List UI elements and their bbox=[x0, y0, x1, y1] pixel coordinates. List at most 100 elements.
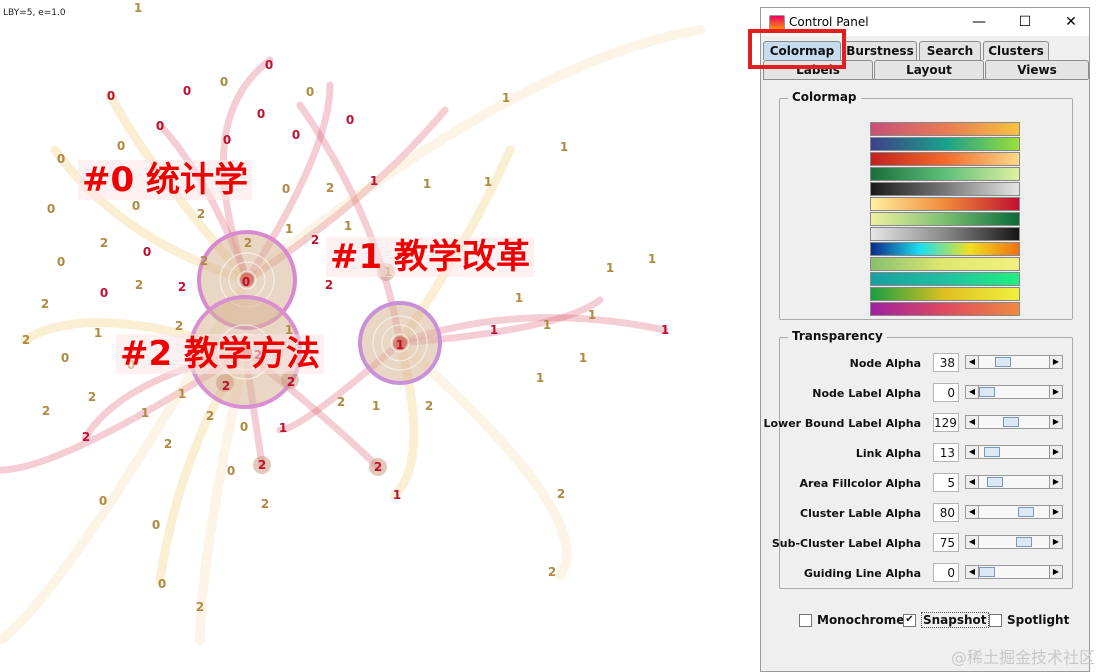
alpha-label: Sub-Cluster Label Alpha bbox=[771, 537, 921, 550]
slider-thumb[interactable] bbox=[1002, 417, 1019, 427]
tab-divider bbox=[763, 79, 1088, 80]
node-label: 1 bbox=[141, 406, 149, 420]
slider-right-arrow-icon[interactable]: ▶ bbox=[1049, 416, 1062, 428]
colormap-option-7[interactable] bbox=[870, 227, 1020, 241]
snapshot-option[interactable]: ✔ Snapshot bbox=[903, 612, 989, 628]
cluster-label-0[interactable]: #0 统计学 bbox=[78, 160, 252, 200]
alpha-slider[interactable]: ◀ ▶ bbox=[965, 355, 1063, 369]
slider-right-arrow-icon[interactable]: ▶ bbox=[1049, 386, 1062, 398]
tab-labels[interactable]: Labels bbox=[763, 60, 873, 79]
node-label: 2 bbox=[82, 430, 90, 444]
slider-left-arrow-icon[interactable]: ◀ bbox=[966, 566, 979, 578]
node-label: 2 bbox=[200, 254, 208, 268]
slider-left-arrow-icon[interactable]: ◀ bbox=[966, 536, 979, 548]
node-label: 0 bbox=[227, 464, 235, 478]
colormap-option-1[interactable] bbox=[870, 137, 1020, 151]
title-bar[interactable]: Control Panel — ☐ ✕ bbox=[761, 8, 1089, 36]
slider-right-arrow-icon[interactable]: ▶ bbox=[1049, 506, 1062, 518]
node-label: 2 bbox=[548, 565, 556, 579]
node-label: 0 bbox=[143, 245, 151, 259]
slider-thumb[interactable] bbox=[979, 387, 995, 397]
alpha-slider[interactable]: ◀ ▶ bbox=[965, 445, 1063, 459]
alpha-value: 5 bbox=[933, 473, 959, 492]
alpha-slider[interactable]: ◀ ▶ bbox=[965, 565, 1063, 579]
window-title: Control Panel bbox=[789, 15, 869, 29]
minimize-button[interactable]: — bbox=[957, 10, 1001, 34]
watermark: @稀土掘金技术社区 bbox=[950, 648, 1095, 667]
colormap-option-9[interactable] bbox=[870, 257, 1020, 271]
alpha-slider[interactable]: ◀ ▶ bbox=[965, 535, 1063, 549]
node-label: 0 bbox=[132, 199, 140, 213]
slider-right-arrow-icon[interactable]: ▶ bbox=[1049, 356, 1062, 368]
colormap-option-2[interactable] bbox=[870, 152, 1020, 166]
tab-layout[interactable]: Layout bbox=[874, 60, 984, 79]
slider-left-arrow-icon[interactable]: ◀ bbox=[966, 446, 979, 458]
node-label: 2 bbox=[261, 497, 269, 511]
snapshot-checkbox[interactable]: ✔ bbox=[903, 613, 916, 627]
node-label: 0 bbox=[265, 58, 273, 72]
monochrome-label: Monochrome bbox=[817, 613, 905, 627]
snapshot-label: Snapshot bbox=[921, 612, 989, 628]
network-graph[interactable]: 1000001000000011110200211202202102202111… bbox=[0, 0, 760, 672]
alpha-row: Lower Bound Label Alpha 129 ◀ ▶ bbox=[761, 412, 1091, 434]
colormap-option-11[interactable] bbox=[870, 287, 1020, 301]
colormap-option-4[interactable] bbox=[870, 182, 1020, 196]
alpha-slider[interactable]: ◀ ▶ bbox=[965, 475, 1063, 489]
node-label: 2 bbox=[178, 280, 186, 294]
tab-search[interactable]: Search bbox=[919, 41, 981, 60]
tab-clusters[interactable]: Clusters bbox=[983, 41, 1049, 60]
colormap-option-3[interactable] bbox=[870, 167, 1020, 181]
close-button[interactable]: ✕ bbox=[1049, 10, 1093, 34]
slider-right-arrow-icon[interactable]: ▶ bbox=[1049, 536, 1062, 548]
colormap-option-8[interactable] bbox=[870, 242, 1020, 256]
tab-burstness[interactable]: Burstness bbox=[843, 41, 917, 60]
colormap-option-10[interactable] bbox=[870, 272, 1020, 286]
monochrome-checkbox[interactable] bbox=[799, 613, 812, 627]
spotlight-option[interactable]: Spotlight bbox=[989, 612, 1069, 628]
tab-views[interactable]: Views bbox=[985, 60, 1089, 79]
colormap-option-0[interactable] bbox=[870, 122, 1020, 136]
slider-left-arrow-icon[interactable]: ◀ bbox=[966, 506, 979, 518]
spotlight-checkbox[interactable] bbox=[989, 613, 1002, 627]
slider-right-arrow-icon[interactable]: ▶ bbox=[1049, 476, 1062, 488]
maximize-button[interactable]: ☐ bbox=[1003, 10, 1047, 34]
node-label: 2 bbox=[41, 297, 49, 311]
slider-left-arrow-icon[interactable]: ◀ bbox=[966, 386, 979, 398]
node-label: 2 bbox=[22, 333, 30, 347]
slider-left-arrow-icon[interactable]: ◀ bbox=[966, 476, 979, 488]
node-label: 1 bbox=[579, 351, 587, 365]
alpha-label: Cluster Lable Alpha bbox=[800, 507, 921, 520]
alpha-slider[interactable]: ◀ ▶ bbox=[965, 505, 1063, 519]
colormap-option-12[interactable] bbox=[870, 302, 1020, 316]
cluster-label-1[interactable]: #1 教学改革 bbox=[326, 237, 534, 277]
colormap-option-6[interactable] bbox=[870, 212, 1020, 226]
alpha-label: Lower Bound Label Alpha bbox=[763, 417, 921, 430]
slider-thumb[interactable] bbox=[1016, 537, 1033, 547]
node-label: 0 bbox=[282, 182, 290, 196]
slider-thumb[interactable] bbox=[979, 567, 995, 577]
colormap-option-5[interactable] bbox=[870, 197, 1020, 211]
network-canvas[interactable]: 1000001000000011110200211202202102202111… bbox=[0, 0, 760, 672]
monochrome-option[interactable]: Monochrome bbox=[799, 612, 904, 628]
node-label: 2 bbox=[100, 236, 108, 250]
slider-thumb[interactable] bbox=[984, 447, 1001, 457]
slider-left-arrow-icon[interactable]: ◀ bbox=[966, 356, 979, 368]
slider-right-arrow-icon[interactable]: ▶ bbox=[1049, 566, 1062, 578]
node-label: 0 bbox=[158, 577, 166, 591]
node-label: 1 bbox=[94, 326, 102, 340]
alpha-slider[interactable]: ◀ ▶ bbox=[965, 415, 1063, 429]
slider-right-arrow-icon[interactable]: ▶ bbox=[1049, 446, 1062, 458]
cluster-label-2[interactable]: #2 教学方法 bbox=[116, 334, 324, 374]
node-label: 1 bbox=[344, 219, 352, 233]
slider-thumb[interactable] bbox=[1017, 507, 1034, 517]
alpha-slider[interactable]: ◀ ▶ bbox=[965, 385, 1063, 399]
alpha-row: Link Alpha 13 ◀ ▶ bbox=[761, 442, 1091, 464]
alpha-value: 0 bbox=[933, 383, 959, 402]
node-label: 2 bbox=[42, 404, 50, 418]
alpha-row: Cluster Lable Alpha 80 ◀ ▶ bbox=[761, 502, 1091, 524]
slider-thumb[interactable] bbox=[986, 477, 1003, 487]
tab-colormap[interactable]: Colormap bbox=[763, 41, 841, 60]
slider-thumb[interactable] bbox=[995, 357, 1012, 367]
node-label: 2 bbox=[88, 390, 96, 404]
slider-left-arrow-icon[interactable]: ◀ bbox=[966, 416, 979, 428]
